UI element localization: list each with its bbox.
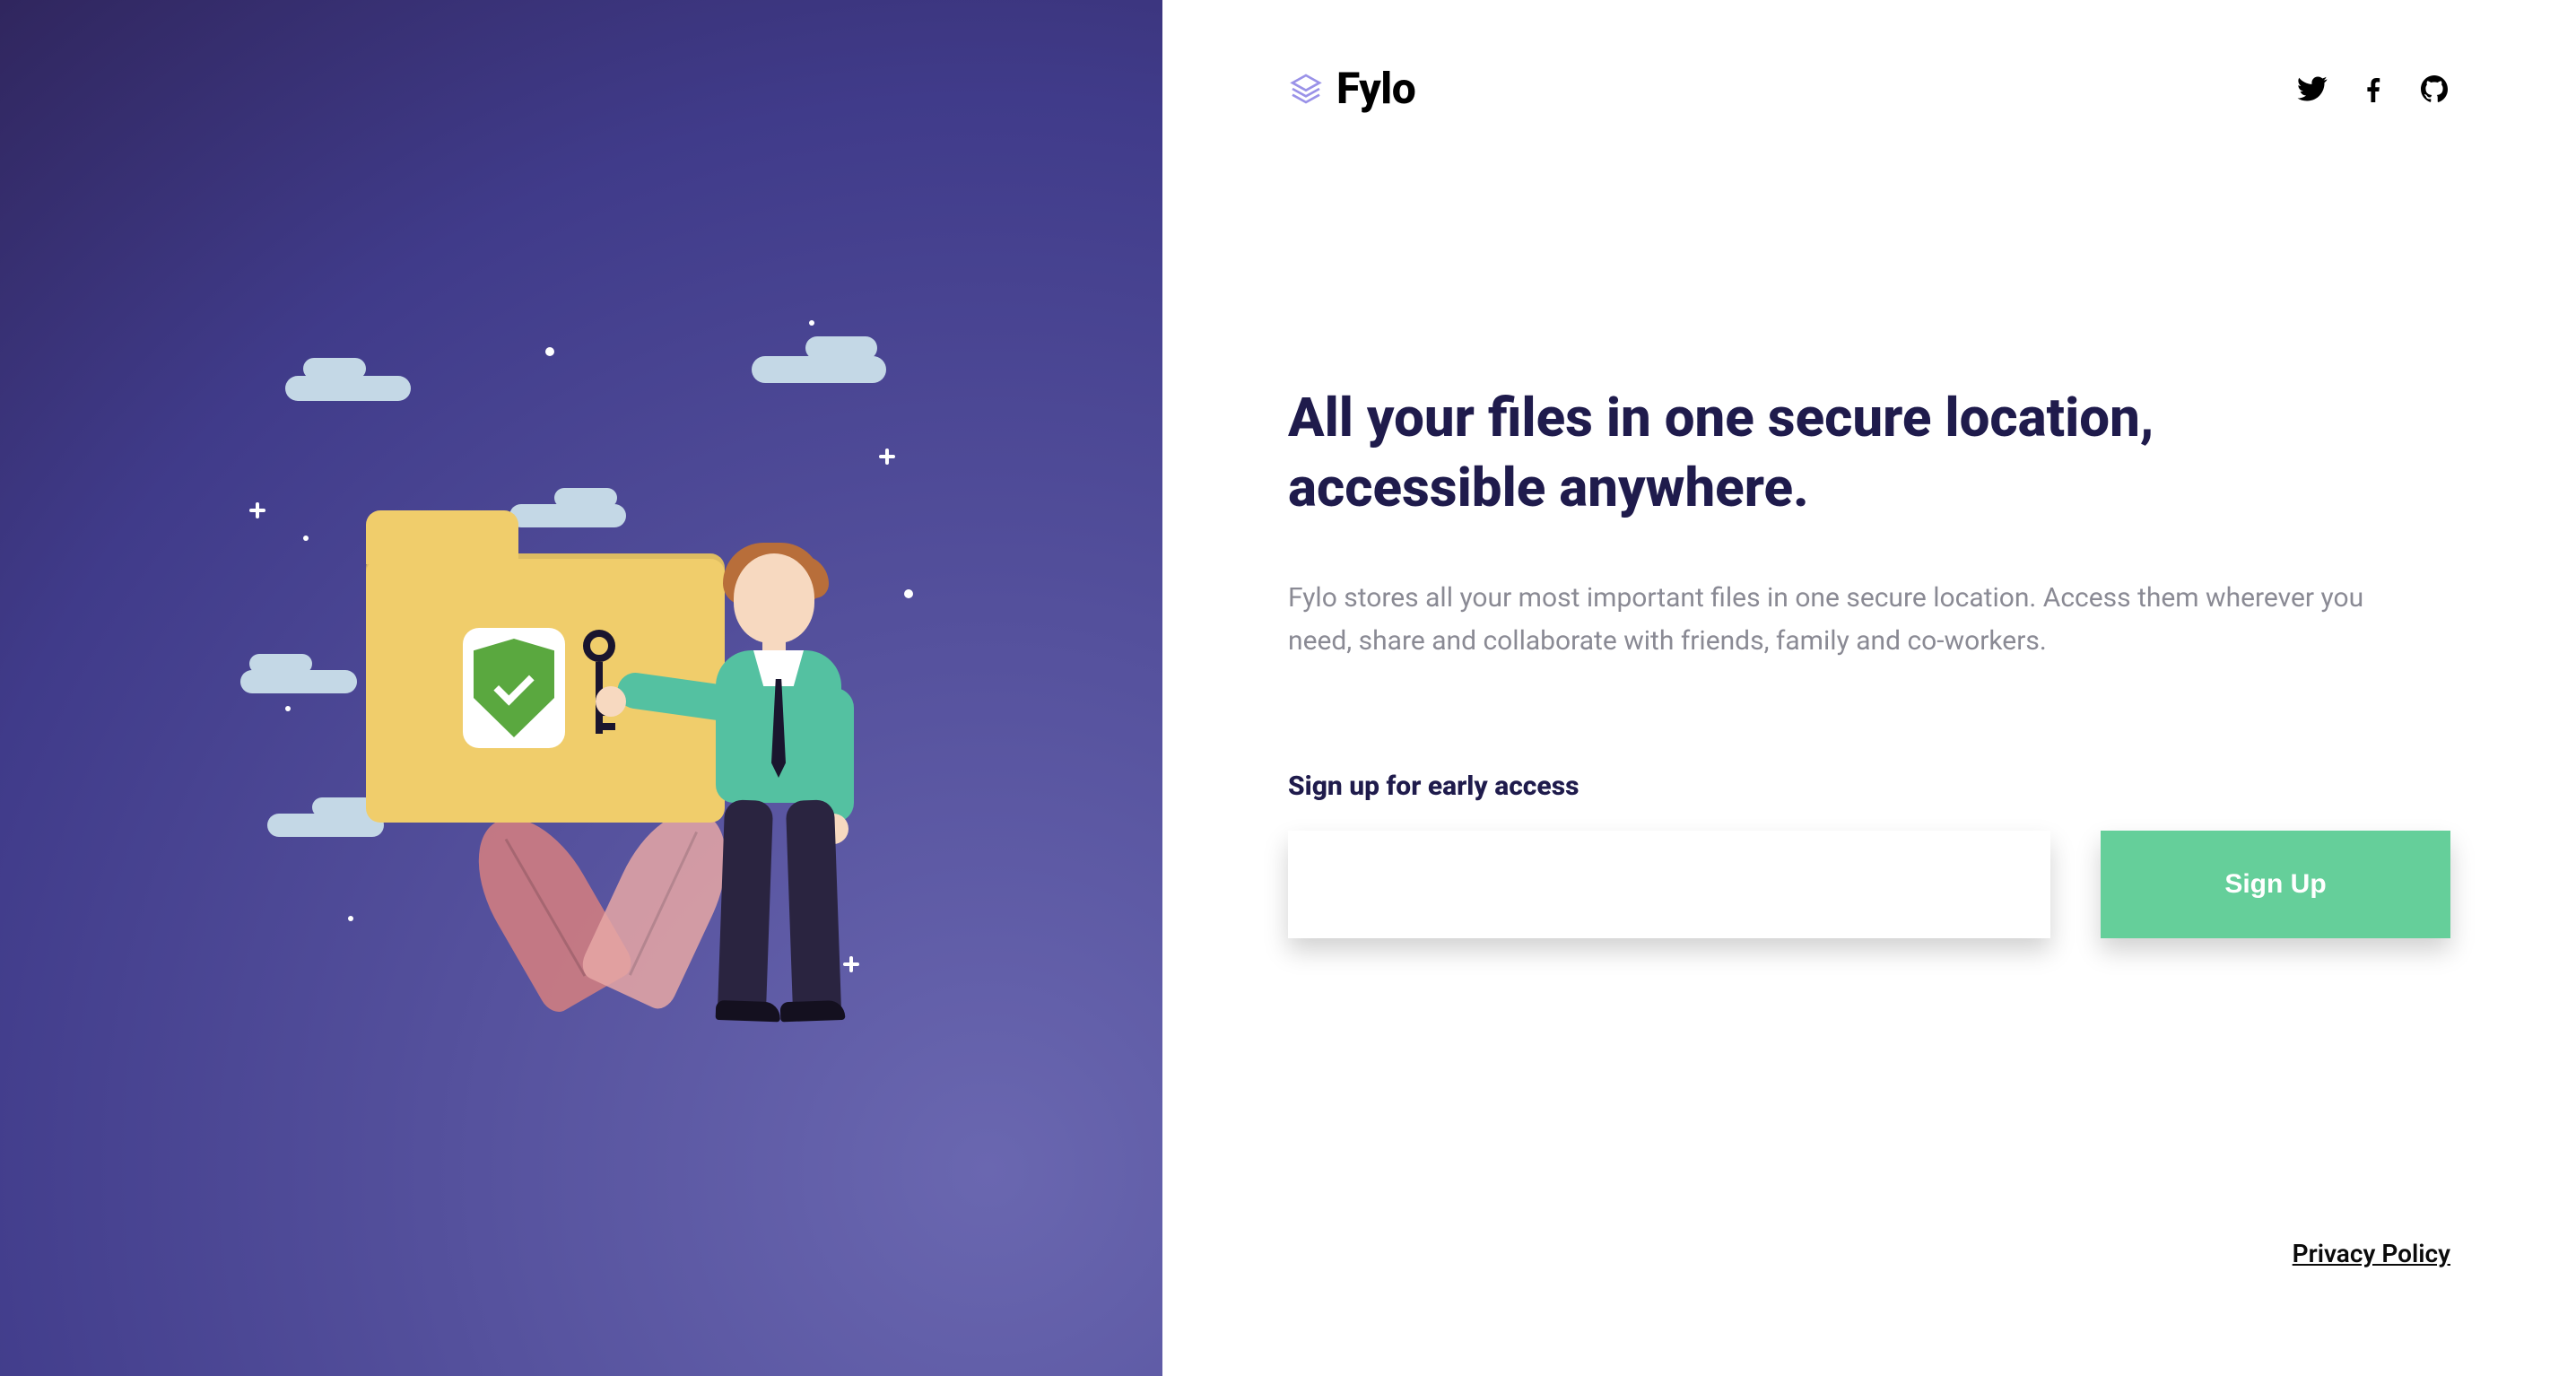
facebook-icon[interactable] [2357, 73, 2389, 105]
star-icon [285, 706, 291, 711]
github-icon[interactable] [2418, 73, 2450, 105]
privacy-policy-link[interactable]: Privacy Policy [2293, 1239, 2450, 1268]
hero-section: All your files in one secure location, a… [1288, 383, 2450, 938]
twitter-icon[interactable] [2296, 73, 2328, 105]
brand-name: Fylo [1336, 63, 1415, 114]
person-icon [680, 553, 877, 1020]
brand-logo[interactable]: Fylo [1288, 63, 1415, 114]
hero-illustration [213, 320, 949, 1056]
key-icon [590, 630, 608, 737]
shield-check-icon [474, 639, 554, 737]
social-links [2296, 73, 2450, 105]
content-panel: Fylo All your files in one secure locati… [1162, 0, 2576, 1376]
star-icon [904, 589, 913, 598]
star-icon [809, 320, 814, 326]
star-icon [249, 509, 265, 512]
star-icon [303, 536, 309, 541]
cloud-icon [509, 504, 626, 527]
cloud-icon [267, 814, 384, 837]
layers-icon [1288, 71, 1324, 107]
cloud-icon [240, 670, 357, 693]
signup-form: Sign Up [1288, 831, 2450, 938]
cloud-icon [752, 356, 886, 383]
star-icon [545, 347, 554, 356]
star-icon [879, 455, 895, 458]
header: Fylo [1288, 63, 2450, 114]
hero-headline: All your files in one secure location, a… [1288, 383, 2364, 523]
signup-form-label: Sign up for early access [1288, 771, 2450, 802]
star-icon [348, 916, 353, 921]
signup-button[interactable]: Sign Up [2101, 831, 2450, 938]
email-field[interactable] [1288, 831, 2050, 938]
hero-subtext: Fylo stores all your most important file… [1288, 577, 2409, 663]
hero-illustration-panel [0, 0, 1162, 1376]
cloud-icon [285, 376, 411, 401]
